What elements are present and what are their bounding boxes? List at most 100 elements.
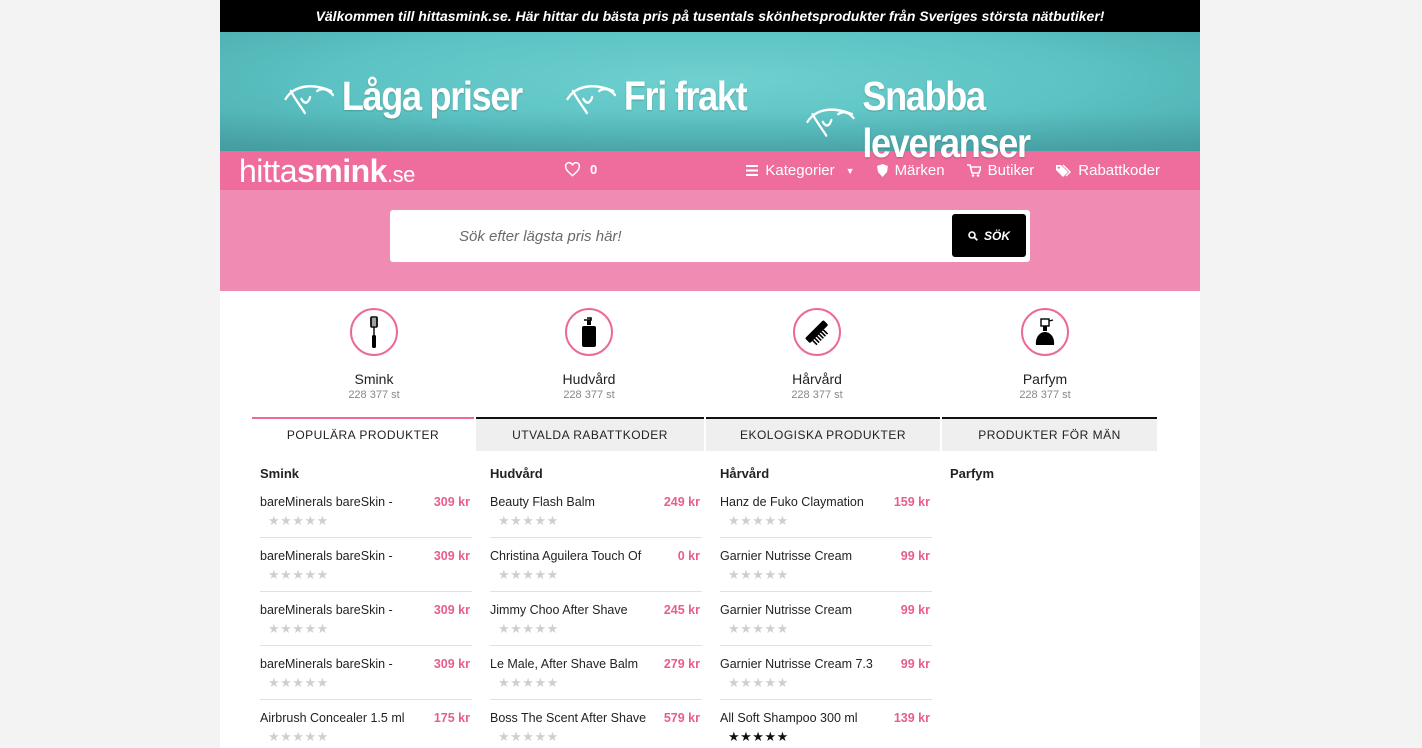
product-price: 249 kr (663, 495, 700, 509)
product-name[interactable]: Garnier Nutrisse Cream (720, 549, 880, 563)
swirl-icon (284, 84, 335, 114)
favorites-count: 0 (590, 162, 598, 177)
tab-popular-products[interactable]: POPULÄRA PRODUKTER (252, 417, 474, 451)
product-item[interactable]: Garnier Nutrisse Cream 99 kr ★★★★★ (720, 538, 932, 592)
search-button[interactable]: SÖK (952, 214, 1026, 257)
category-count: 228 377 st (1019, 389, 1071, 401)
rating-stars: ★★★★★ (728, 729, 789, 744)
usp-banner: Låga priser Fri frakt Snabba leveranser (220, 32, 1200, 166)
search-input[interactable] (390, 210, 950, 262)
product-price: 99 kr (900, 603, 930, 617)
product-item[interactable]: Boss The Scent After Shave 579 kr ★★★★★ (490, 700, 702, 748)
product-name[interactable]: Le Male, After Shave Balm (490, 657, 650, 671)
column-title: Hårvård (720, 466, 770, 481)
rating-stars: ★★★★★ (498, 729, 559, 744)
site-logo[interactable]: hittasmink.se (239, 153, 415, 193)
product-price: 309 kr (433, 657, 470, 671)
rating-stars: ★★★★★ (268, 621, 329, 636)
tab-products-for-men[interactable]: PRODUKTER FÖR MÄN (942, 417, 1157, 451)
rating-stars: ★★★★★ (268, 675, 329, 690)
product-item[interactable]: Beauty Flash Balm 249 kr ★★★★★ (490, 484, 702, 538)
product-list: Hanz de Fuko Claymation 159 kr ★★★★★ Garni… (720, 484, 932, 748)
product-name[interactable]: Garnier Nutrisse Cream 7.3 (720, 657, 880, 671)
product-price: 159 kr (893, 495, 930, 509)
welcome-bar: Välkommen till hittasmink.se. Här hittar… (220, 0, 1200, 32)
caret-down-icon: ▼ (845, 165, 855, 176)
column-title: Hudvård (490, 466, 543, 481)
product-price: 245 kr (663, 603, 700, 617)
category-parfym[interactable]: Parfym 228 377 st (955, 308, 1135, 401)
product-item[interactable]: Hanz de Fuko Claymation 159 kr ★★★★★ (720, 484, 932, 538)
category-name: Hudvård (562, 371, 616, 387)
product-item[interactable]: bareMinerals bareSkin - 309 kr ★★★★★ (260, 592, 472, 646)
product-item[interactable]: Christina Aguilera Touch Of 0 kr ★★★★★ (490, 538, 702, 592)
tab-selected-coupons[interactable]: UTVALDA RABATTKODER (476, 417, 704, 451)
usp-fast-delivery: Snabba leveranser (804, 73, 1152, 167)
product-name[interactable]: Christina Aguilera Touch Of (490, 549, 650, 563)
category-name: Hårvård (792, 371, 842, 387)
product-price: 139 kr (893, 711, 930, 725)
swirl-icon (566, 84, 617, 114)
product-name[interactable]: Hanz de Fuko Claymation (720, 495, 880, 509)
product-item[interactable]: Airbrush Concealer 1.5 ml 175 kr ★★★★★ (260, 700, 472, 748)
category-name: Smink (354, 371, 394, 387)
category-icon-wrap (350, 308, 398, 356)
category-name: Parfym (1022, 371, 1068, 387)
rating-stars: ★★★★★ (498, 567, 559, 582)
rating-stars: ★★★★★ (728, 675, 789, 690)
product-name[interactable]: Garnier Nutrisse Cream (720, 603, 880, 617)
rating-stars: ★★★★★ (268, 567, 329, 582)
product-item[interactable]: Garnier Nutrisse Cream 7.3 99 kr ★★★★★ (720, 646, 932, 700)
product-column-smink: Smink bareMinerals bareSkin - 309 kr ★★★★★… (260, 466, 472, 748)
product-column-harvard: Hårvård Hanz de Fuko Claymation 159 kr ★★★… (720, 466, 932, 748)
product-name[interactable]: Beauty Flash Balm (490, 495, 650, 509)
product-name[interactable]: bareMinerals bareSkin - (260, 549, 420, 563)
rating-stars: ★★★★★ (728, 513, 789, 528)
product-item[interactable]: bareMinerals bareSkin - 309 kr ★★★★★ (260, 646, 472, 700)
product-name[interactable]: Boss The Scent After Shave (490, 711, 650, 725)
category-count: 228 377 st (348, 389, 400, 401)
rating-stars: ★★★★★ (728, 567, 789, 582)
product-column-parfym: Parfym (950, 466, 1162, 483)
product-price: 279 kr (663, 657, 700, 671)
product-price: 99 kr (900, 549, 930, 563)
product-name[interactable]: All Soft Shampoo 300 ml (720, 711, 880, 725)
tab-organic-products[interactable]: EKOLOGISKA PRODUKTER (706, 417, 940, 451)
product-name[interactable]: bareMinerals bareSkin - (260, 603, 420, 617)
mascara-icon (370, 316, 378, 348)
product-item[interactable]: Jimmy Choo After Shave 245 kr ★★★★★ (490, 592, 702, 646)
search-box: SÖK (390, 210, 1030, 262)
rating-stars: ★★★★★ (498, 675, 559, 690)
pump-bottle-icon (582, 317, 596, 347)
product-item[interactable]: bareMinerals bareSkin - 309 kr ★★★★★ (260, 484, 472, 538)
product-price: 175 kr (433, 711, 470, 725)
rating-stars: ★★★★★ (498, 513, 559, 528)
comb-icon (805, 320, 829, 346)
product-item[interactable]: Le Male, After Shave Balm 279 kr ★★★★★ (490, 646, 702, 700)
category-harvard[interactable]: Hårvård 228 377 st (727, 308, 907, 401)
favorites-link[interactable]: 0 (564, 162, 597, 177)
rating-stars: ★★★★★ (268, 513, 329, 528)
rating-stars: ★★★★★ (268, 729, 329, 744)
product-list: Beauty Flash Balm 249 kr ★★★★★ Christina A… (490, 484, 702, 748)
page: Välkommen till hittasmink.se. Här hittar… (220, 0, 1200, 748)
product-name[interactable]: bareMinerals bareSkin - (260, 495, 420, 509)
product-name[interactable]: Airbrush Concealer 1.5 ml (260, 711, 420, 725)
column-title: Parfym (950, 466, 995, 481)
category-icon-wrap (1021, 308, 1069, 356)
swirl-icon (806, 108, 855, 137)
product-price: 309 kr (433, 603, 470, 617)
product-column-hudvard: Hudvård Beauty Flash Balm 249 kr ★★★★★ Chr… (490, 466, 702, 748)
rating-stars: ★★★★★ (498, 621, 559, 636)
product-item[interactable]: bareMinerals bareSkin - 309 kr ★★★★★ (260, 538, 472, 592)
category-count: 228 377 st (563, 389, 615, 401)
product-item[interactable]: All Soft Shampoo 300 ml 139 kr ★★★★★ (720, 700, 932, 748)
category-hudvard[interactable]: Hudvård 228 377 st (499, 308, 679, 401)
column-title: Smink (260, 466, 300, 481)
product-item[interactable]: Garnier Nutrisse Cream 99 kr ★★★★★ (720, 592, 932, 646)
product-name[interactable]: Jimmy Choo After Shave (490, 603, 650, 617)
category-smink[interactable]: Smink 228 377 st (284, 308, 464, 401)
product-name[interactable]: bareMinerals bareSkin - (260, 657, 420, 671)
usp-low-prices: Låga priser (282, 73, 523, 120)
product-list: bareMinerals bareSkin - 309 kr ★★★★★ bareM… (260, 484, 472, 748)
